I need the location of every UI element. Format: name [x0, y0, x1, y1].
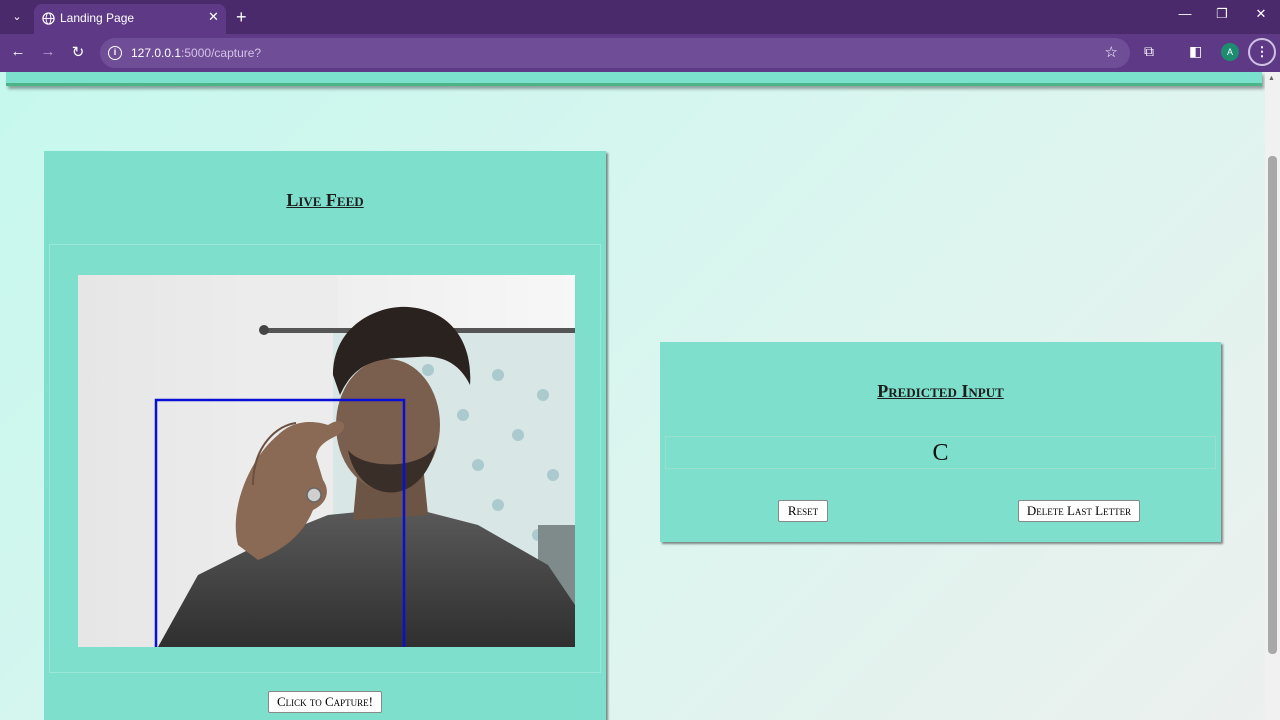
- bookmark-star-icon[interactable]: ☆: [1105, 43, 1118, 61]
- forward-icon[interactable]: →: [38, 43, 58, 60]
- window-close-icon[interactable]: ✕: [1249, 6, 1273, 22]
- browser-menu-icon[interactable]: ⋮: [1248, 38, 1276, 66]
- feed-frame: [49, 244, 601, 673]
- url-text[interactable]: 127.0.0.1:5000/capture?: [131, 46, 261, 60]
- reset-button[interactable]: Reset: [778, 500, 828, 522]
- predicted-input-card: Predicted Input C Reset Delete Last Lett…: [660, 342, 1221, 542]
- minimize-icon[interactable]: —: [1173, 6, 1197, 21]
- scrollbar-thumb[interactable]: [1268, 156, 1277, 654]
- capture-button[interactable]: Click to Capture!: [268, 691, 382, 713]
- back-icon[interactable]: ←: [8, 43, 28, 60]
- reload-icon[interactable]: ↻: [68, 43, 88, 61]
- page-viewport: Live Feed Click to Capture! Predicted In…: [0, 72, 1280, 720]
- delete-last-letter-button[interactable]: Delete Last Letter: [1018, 500, 1140, 522]
- extensions-icon[interactable]: ⧉: [1144, 43, 1154, 60]
- header-bar: [6, 72, 1262, 86]
- page-scrollbar[interactable]: ▲: [1265, 72, 1280, 720]
- predicted-input-title: Predicted Input: [877, 381, 1004, 401]
- site-info-icon[interactable]: i: [108, 46, 122, 60]
- url-host: 127.0.0.1: [131, 46, 182, 60]
- url-path: :5000/capture?: [181, 46, 262, 60]
- webcam-video: [78, 275, 575, 647]
- address-bar[interactable]: i 127.0.0.1:5000/capture? ☆: [100, 38, 1130, 68]
- browser-tab[interactable]: Landing Page ✕: [34, 4, 226, 34]
- browser-tabstrip: ⌄ Landing Page ✕ + — ❐ ✕: [0, 0, 1280, 34]
- live-feed-title: Live Feed: [286, 190, 364, 210]
- profile-avatar[interactable]: A: [1221, 43, 1239, 61]
- restore-icon[interactable]: ❐: [1210, 6, 1234, 22]
- live-feed-card: Live Feed Click to Capture!: [44, 151, 606, 720]
- tab-search-icon[interactable]: ⌄: [6, 6, 28, 28]
- side-panel-icon[interactable]: ◧: [1189, 43, 1202, 60]
- scroll-up-arrow-icon[interactable]: ▲: [1268, 75, 1275, 82]
- browser-toolbar: ← → ↻ i 127.0.0.1:5000/capture? ☆ ⧉ ◧ A …: [0, 34, 1280, 72]
- tab-title: Landing Page: [60, 11, 135, 25]
- globe-icon: [42, 12, 55, 25]
- new-tab-button[interactable]: +: [236, 6, 247, 28]
- webcam-frame-image: [78, 275, 575, 647]
- predicted-text-output: C: [665, 436, 1216, 469]
- tab-close-icon[interactable]: ✕: [208, 9, 219, 25]
